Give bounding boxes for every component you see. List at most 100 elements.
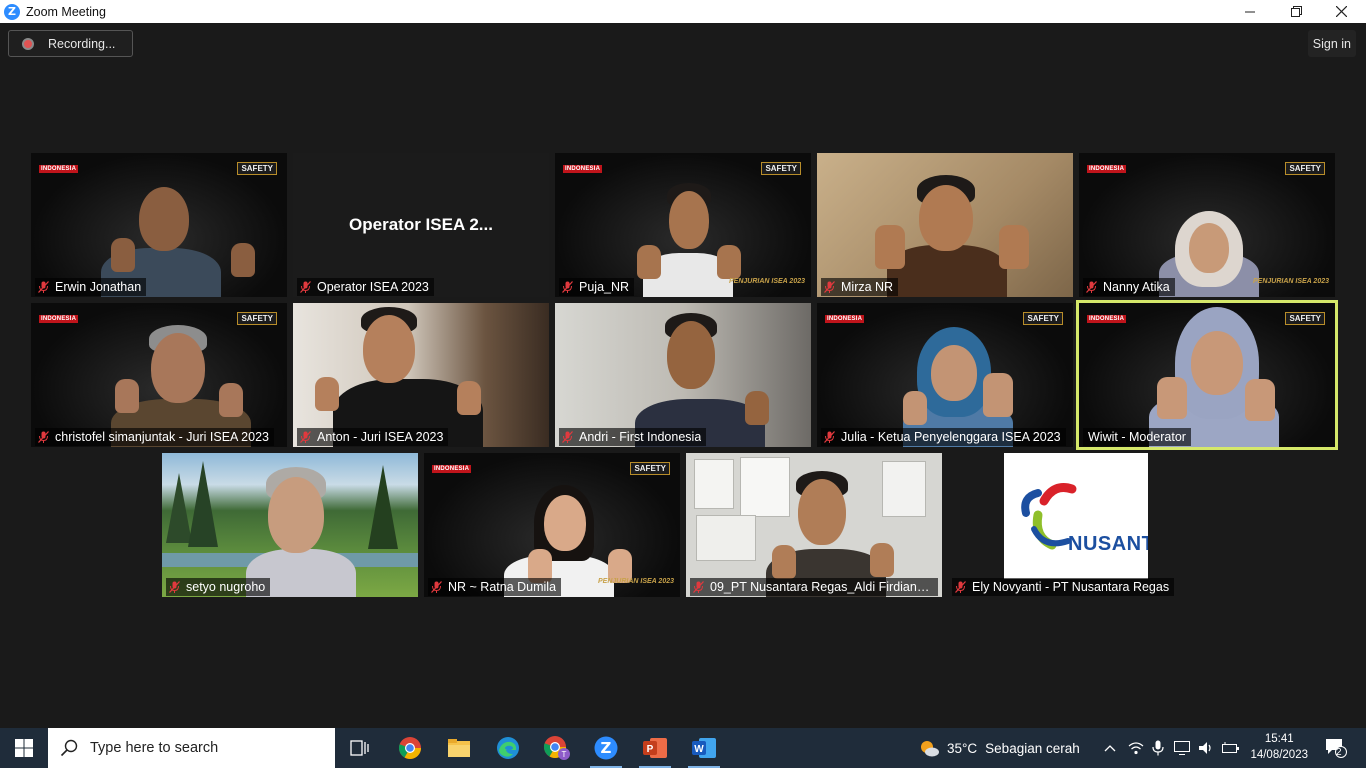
participant-nameplate: christofel simanjuntak - Juri ISEA 2023: [35, 428, 274, 446]
badge-safety: SAFETY: [630, 462, 670, 475]
chevron-up-icon: [1104, 745, 1116, 752]
security-tray-button[interactable]: [1170, 728, 1194, 768]
thumbs-up-icon: [315, 377, 339, 411]
thumbs-up-icon: [999, 225, 1029, 269]
badge-indonesia: INDONESIA: [563, 165, 603, 173]
file-explorer-button[interactable]: [435, 728, 483, 768]
wall-paper: [696, 515, 756, 561]
nusantara-logo-icon: [1021, 483, 1077, 550]
thumbs-up-icon: [111, 238, 135, 272]
video-tile[interactable]: INDONESIA SAFETY PENJURIAN ISEA 2023 Nan…: [1079, 153, 1335, 297]
badge-indonesia: INDONESIA: [825, 315, 865, 323]
participant-center-label: Operator ISEA 2...: [349, 215, 493, 234]
mic-muted-icon: [38, 431, 49, 443]
penjurian-label: PENJURIAN ISEA 2023: [598, 578, 674, 585]
video-tile[interactable]: Operator ISEA 2... Operator ISEA 2023: [293, 153, 549, 297]
participant-body: [887, 245, 1007, 297]
participant-nameplate: Julia - Ketua Penyelenggara ISEA 2023: [821, 428, 1066, 446]
participant-head: [151, 333, 205, 403]
participant-head: [1189, 223, 1229, 273]
powerpoint-button[interactable]: P: [631, 728, 679, 768]
participant-nameplate: Wiwit - Moderator: [1083, 428, 1191, 446]
windows-start-icon: [15, 739, 33, 757]
thumbs-up-icon: [231, 243, 255, 277]
word-button[interactable]: W: [680, 728, 728, 768]
participant-name: Julia - Ketua Penyelenggara ISEA 2023: [841, 430, 1061, 444]
badge-indonesia: INDONESIA: [1087, 315, 1127, 323]
svg-text:Z: Z: [601, 739, 612, 757]
tree-shape: [368, 465, 398, 549]
mic-muted-icon: [824, 281, 835, 293]
participant-head: [669, 191, 709, 249]
video-tile[interactable]: setyo nugroho: [162, 453, 418, 597]
badge-safety: SAFETY: [237, 162, 277, 175]
speaker-icon: [1199, 742, 1211, 754]
video-tile[interactable]: Andri - First Indonesia: [555, 303, 811, 447]
restore-button[interactable]: [1273, 0, 1319, 23]
zoom-logo-icon: Z: [4, 3, 20, 20]
taskbar-clock[interactable]: 15:41 14/08/2023: [1250, 731, 1308, 763]
participant-nameplate: Andri - First Indonesia: [559, 428, 707, 446]
thumbs-up-icon: [219, 383, 243, 417]
start-button[interactable]: [0, 728, 48, 768]
microphone-tray-button[interactable]: [1147, 728, 1169, 768]
chrome-profile-button[interactable]: T: [533, 728, 581, 768]
participant-nameplate: Nanny Atika: [1083, 278, 1175, 296]
mic-muted-icon: [1086, 281, 1097, 293]
input-indicator-button[interactable]: [1218, 728, 1244, 768]
video-tile[interactable]: NUSANT Ely Novyanti - PT Nusantara Regas: [948, 453, 1204, 597]
edge-icon: [497, 737, 519, 759]
recording-indicator[interactable]: Recording...: [8, 30, 133, 57]
participant-name: Nanny Atika: [1103, 280, 1170, 294]
minimize-icon: [1245, 11, 1255, 12]
close-icon: [1335, 6, 1347, 17]
video-tile[interactable]: INDONESIA SAFETY PENJURIAN ISEA 2023 Puj…: [555, 153, 811, 297]
participant-head: [268, 477, 324, 553]
video-tile[interactable]: INDONESIA SAFETY PENJURIAN ISEA 2023 NR …: [424, 453, 680, 597]
badge-safety: SAFETY: [1023, 312, 1063, 325]
weather-partly-sunny-icon: [921, 741, 939, 757]
taskbar-search-box[interactable]: Type here to search: [48, 728, 335, 768]
badge-indonesia: INDONESIA: [39, 315, 79, 323]
minimize-button[interactable]: [1227, 0, 1273, 23]
participant-nameplate: Mirza NR: [821, 278, 899, 296]
powerpoint-icon: P: [643, 738, 667, 758]
window-title: Zoom Meeting: [26, 4, 106, 19]
participant-head: [139, 187, 189, 251]
video-tile[interactable]: Mirza NR: [817, 153, 1073, 297]
badge-safety: SAFETY: [761, 162, 801, 175]
participant-name: NR ~ Ratna Dumila: [448, 580, 557, 594]
video-tile-active-speaker[interactable]: INDONESIA SAFETY Wiwit - Moderator: [1076, 300, 1338, 450]
zoom-button[interactable]: Z: [582, 728, 630, 768]
sign-in-button[interactable]: Sign in: [1307, 30, 1356, 57]
participant-name: Operator ISEA 2023: [317, 280, 429, 294]
mic-muted-icon: [562, 281, 573, 293]
participant-head: [1191, 331, 1243, 395]
chrome-button[interactable]: [386, 728, 434, 768]
task-view-button[interactable]: [336, 728, 384, 768]
participant-name: christofel simanjuntak - Juri ISEA 2023: [55, 430, 269, 444]
show-hidden-icons-button[interactable]: [1098, 728, 1122, 768]
mic-muted-icon: [300, 431, 311, 443]
action-center-button[interactable]: 2: [1316, 728, 1356, 768]
notification-count: 2: [1336, 747, 1342, 758]
video-tile[interactable]: 09_PT Nusantara Regas_Aldi Firdiansy...: [686, 453, 942, 597]
clock-time: 15:41: [1264, 733, 1294, 745]
wall-paper: [694, 459, 734, 509]
participant-name: Anton - Juri ISEA 2023: [317, 430, 444, 444]
search-placeholder: Type here to search: [90, 740, 219, 756]
close-button[interactable]: [1318, 0, 1364, 23]
weather-widget[interactable]: 35°C Sebagian cerah: [918, 728, 1080, 768]
participant-head: [363, 315, 415, 383]
video-tile[interactable]: INDONESIA SAFETY christofel simanjuntak …: [31, 303, 287, 447]
network-button[interactable]: [1124, 728, 1148, 768]
mic-muted-icon: [955, 581, 966, 593]
video-tile[interactable]: INDONESIA SAFETY Erwin Jonathan: [31, 153, 287, 297]
video-tile[interactable]: INDONESIA SAFETY Julia - Ketua Penyeleng…: [817, 303, 1073, 447]
video-tile[interactable]: Anton - Juri ISEA 2023: [293, 303, 549, 447]
tree-shape: [166, 473, 192, 543]
volume-button[interactable]: [1194, 728, 1218, 768]
weather-desc: Sebagian cerah: [985, 740, 1080, 756]
badge-safety: SAFETY: [1285, 162, 1325, 175]
edge-button[interactable]: [484, 728, 532, 768]
